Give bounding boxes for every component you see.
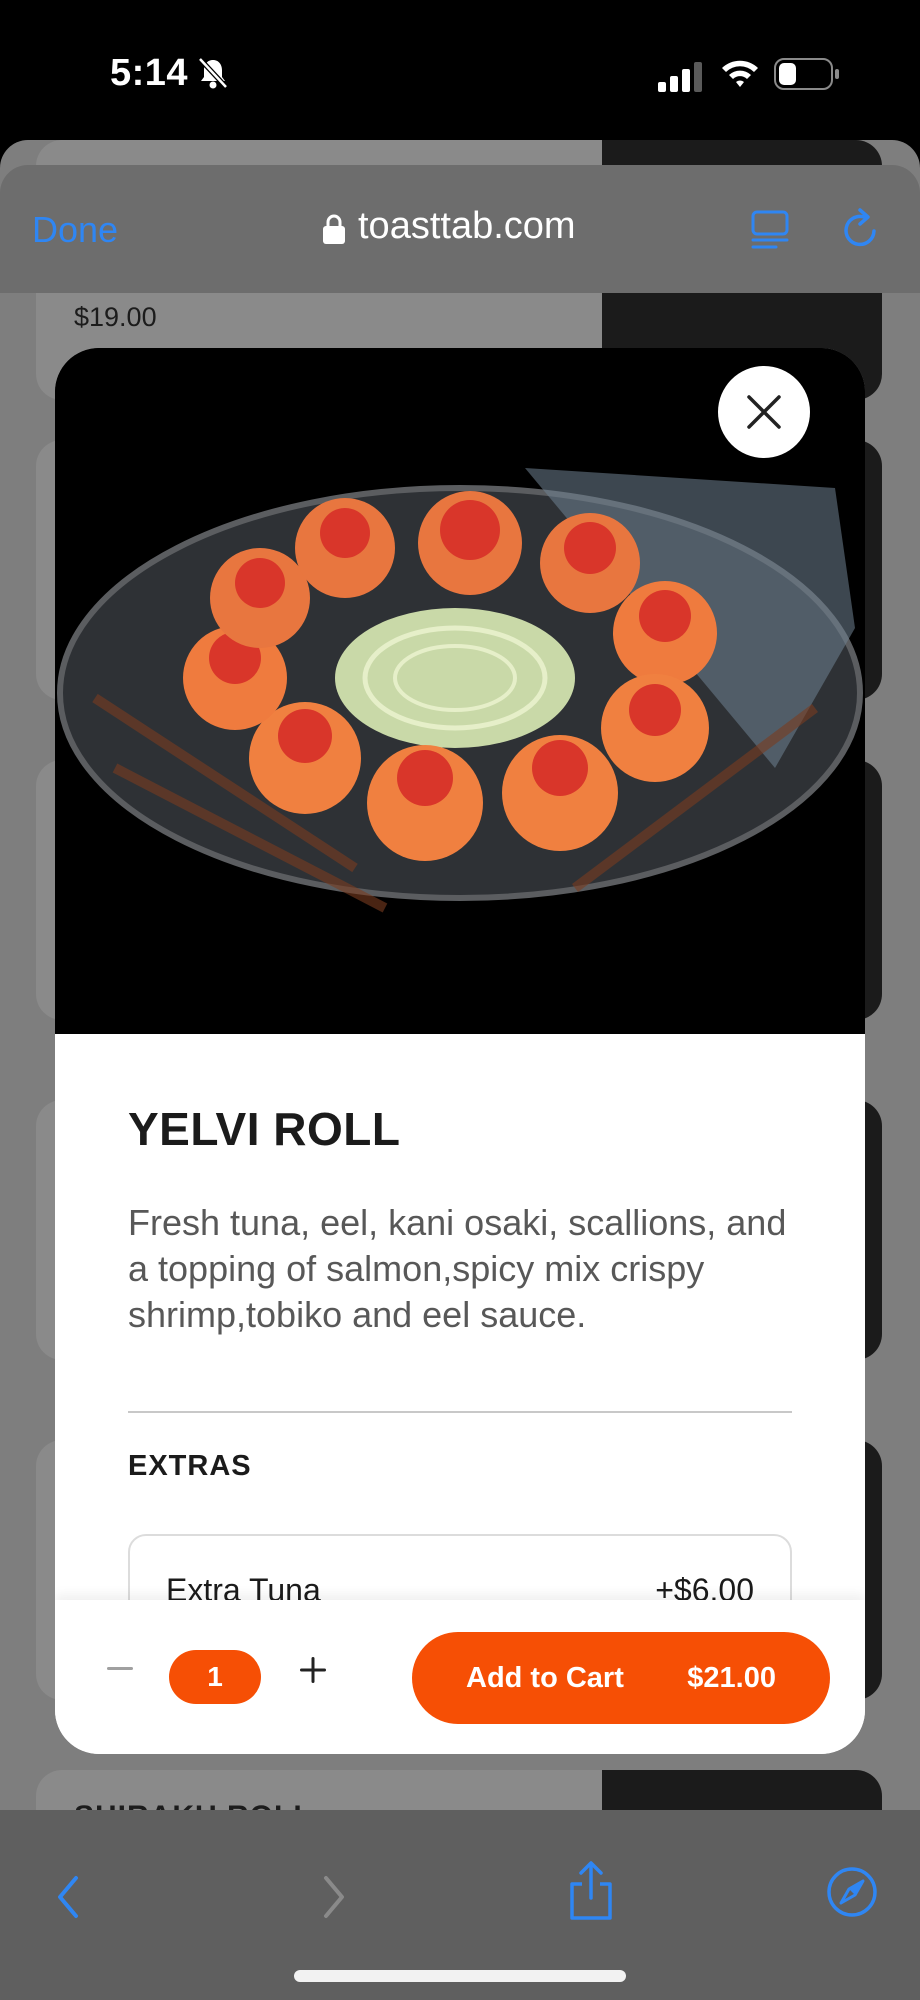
home-indicator[interactable] <box>294 1970 626 1982</box>
signal-icon <box>658 62 702 92</box>
wifi-icon <box>722 60 758 87</box>
close-button[interactable] <box>718 366 810 458</box>
bell-slash-icon <box>198 57 228 89</box>
add-to-cart-button[interactable]: Add to Cart $21.00 <box>412 1632 830 1724</box>
forward-icon[interactable] <box>316 1872 352 1922</box>
quantity-value: 1 <box>169 1650 261 1704</box>
share-icon[interactable] <box>566 1860 616 1922</box>
decrease-quantity-button[interactable] <box>105 1654 135 1684</box>
add-to-cart-label: Add to Cart <box>466 1661 624 1694</box>
plus-icon <box>300 1657 326 1683</box>
done-button[interactable]: Done <box>32 209 118 251</box>
reload-icon[interactable] <box>838 207 882 251</box>
extras-section-title: EXTRAS <box>128 1450 252 1482</box>
modal-footer: 1 Add to Cart $21.00 <box>55 1600 865 1754</box>
add-to-cart-total: $21.00 <box>687 1661 776 1694</box>
background-item-price: $19.00 <box>74 302 157 332</box>
item-description: Fresh tuna, eel, kani osaki, scallions, … <box>128 1202 787 1335</box>
url-address-bar[interactable]: toasttab.com <box>358 205 576 248</box>
item-title: YELVI ROLL <box>128 1103 401 1155</box>
divider <box>128 1411 792 1413</box>
status-bar: 5:14 <box>0 0 920 150</box>
compass-icon[interactable] <box>826 1866 878 1918</box>
back-icon[interactable] <box>50 1872 86 1922</box>
increase-quantity-button[interactable] <box>295 1652 331 1688</box>
minus-icon <box>107 1667 133 1670</box>
reader-icon[interactable] <box>750 209 790 249</box>
lock-icon <box>323 214 345 244</box>
status-time: 5:14 <box>110 52 189 94</box>
item-detail-modal: YELVI ROLL Fresh tuna, eel, kani osaki, … <box>55 348 865 1754</box>
browser-top-bar: Done toasttab.com <box>0 165 920 293</box>
battery-icon <box>774 58 839 90</box>
close-icon <box>747 395 781 429</box>
